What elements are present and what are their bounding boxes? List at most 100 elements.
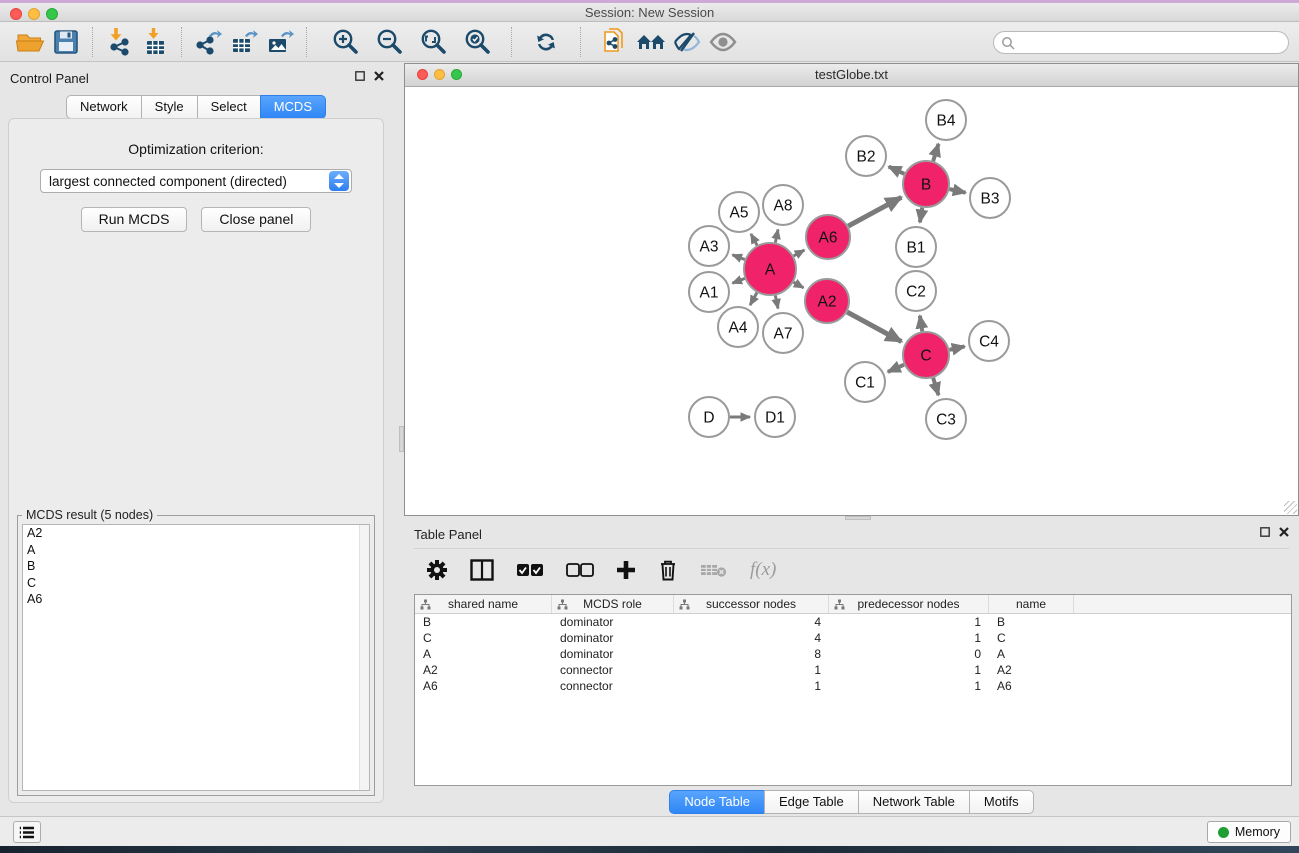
node-D1[interactable]: D1 <box>755 397 795 437</box>
first-neighbors-button[interactable] <box>633 26 669 58</box>
edge-C-C4[interactable] <box>949 346 964 349</box>
refresh-view-button[interactable] <box>528 26 564 58</box>
node-A6[interactable]: A6 <box>806 215 850 259</box>
mcds-result-item[interactable]: B <box>23 558 369 575</box>
table-cell[interactable]: A6 <box>989 678 1074 694</box>
table-cell[interactable]: dominator <box>552 614 674 630</box>
node-A5[interactable]: A5 <box>719 192 759 232</box>
node-A4[interactable]: A4 <box>718 307 758 347</box>
table-row[interactable]: A2connector11A2 <box>415 662 1291 678</box>
edge-C-C1[interactable] <box>888 365 904 372</box>
table-cell[interactable]: connector <box>552 678 674 694</box>
zoom-out-button[interactable] <box>371 26 407 58</box>
node-C[interactable]: C <box>903 332 949 378</box>
zoom-in-button[interactable] <box>327 26 363 58</box>
export-network-button[interactable] <box>190 26 226 58</box>
edge-A-A2[interactable] <box>794 282 804 288</box>
table-cell[interactable]: 4 <box>674 614 829 630</box>
tab-node-table[interactable]: Node Table <box>669 790 765 814</box>
table-cell[interactable]: connector <box>552 662 674 678</box>
node-A1[interactable]: A1 <box>689 272 729 312</box>
node-C1[interactable]: C1 <box>845 362 885 402</box>
table-cell[interactable]: 1 <box>829 630 989 646</box>
table-row[interactable]: A6connector11A6 <box>415 678 1291 694</box>
edge-A-A6[interactable] <box>794 250 805 256</box>
table-cell[interactable]: A2 <box>415 662 552 678</box>
mcds-result-item[interactable]: A <box>23 542 369 559</box>
column-settings-button[interactable] <box>426 559 448 581</box>
table-cell[interactable]: 0 <box>829 646 989 662</box>
list-scrollbar[interactable] <box>359 525 369 790</box>
table-cell[interactable]: B <box>989 614 1074 630</box>
zoom-fit-button[interactable] <box>415 26 451 58</box>
table-cell[interactable]: C <box>989 630 1074 646</box>
table-cell[interactable]: dominator <box>552 630 674 646</box>
splitter-grip-left[interactable] <box>399 426 404 452</box>
task-history-button[interactable] <box>13 821 41 843</box>
tab-style[interactable]: Style <box>141 95 198 119</box>
add-row-button[interactable] <box>616 560 636 580</box>
network-window-titlebar[interactable]: testGlobe.txt <box>405 64 1298 87</box>
node-A7[interactable]: A7 <box>763 313 803 353</box>
tab-select[interactable]: Select <box>197 95 261 119</box>
function-builder-button[interactable]: f(x) <box>750 559 776 581</box>
unselect-all-button[interactable] <box>566 563 594 577</box>
run-mcds-button[interactable]: Run MCDS <box>81 207 188 232</box>
node-C3[interactable]: C3 <box>926 399 966 439</box>
node-A[interactable]: A <box>744 243 796 295</box>
select-all-button[interactable] <box>516 563 544 577</box>
node-A2[interactable]: A2 <box>805 279 849 323</box>
node-D[interactable]: D <box>689 397 729 437</box>
column-header-predecessor-nodes[interactable]: predecessor nodes <box>829 595 989 613</box>
mcds-result-list[interactable]: A2ABCA6 <box>22 524 370 791</box>
table-row[interactable]: Bdominator41B <box>415 614 1291 630</box>
delete-columns-button[interactable] <box>700 562 728 578</box>
save-session-button[interactable] <box>48 26 84 58</box>
criterion-select[interactable]: largest connected component (directed) <box>40 169 352 193</box>
search-input[interactable] <box>1015 34 1288 52</box>
delete-rows-button[interactable] <box>658 559 678 581</box>
edge-A-A4[interactable] <box>750 293 757 305</box>
close-panel-button[interactable]: Close panel <box>201 207 311 232</box>
node-A3[interactable]: A3 <box>689 226 729 266</box>
import-table-button[interactable] <box>137 26 173 58</box>
tab-network[interactable]: Network <box>66 95 142 119</box>
node-B[interactable]: B <box>903 161 949 207</box>
node-B3[interactable]: B3 <box>970 178 1010 218</box>
mcds-result-item[interactable]: A6 <box>23 591 369 608</box>
table-cell[interactable]: 1 <box>829 614 989 630</box>
show-all-button[interactable] <box>705 26 741 58</box>
close-table-panel-icon[interactable] <box>1279 527 1289 537</box>
table-cell[interactable]: A <box>989 646 1074 662</box>
node-B4[interactable]: B4 <box>926 100 966 140</box>
float-panel-icon[interactable] <box>355 71 365 81</box>
node-C2[interactable]: C2 <box>896 271 936 311</box>
node-C4[interactable]: C4 <box>969 321 1009 361</box>
zoom-selected-button[interactable] <box>459 26 495 58</box>
edge-A-A1[interactable] <box>732 279 744 284</box>
export-image-button[interactable] <box>262 26 298 58</box>
tab-network-table[interactable]: Network Table <box>858 790 970 814</box>
table-cell[interactable]: B <box>415 614 552 630</box>
table-cell[interactable]: 1 <box>674 678 829 694</box>
table-row[interactable]: Cdominator41C <box>415 630 1291 646</box>
table-cell[interactable]: A6 <box>415 678 552 694</box>
tab-mcds[interactable]: MCDS <box>260 95 326 119</box>
window-resize-grip[interactable] <box>1284 501 1297 514</box>
table-cell[interactable]: C <box>415 630 552 646</box>
table-row[interactable]: Adominator80A <box>415 646 1291 662</box>
show-columns-button[interactable] <box>470 559 494 581</box>
edge-B-B2[interactable] <box>889 167 905 174</box>
table-cell[interactable]: 1 <box>829 662 989 678</box>
edge-C-C2[interactable] <box>920 316 922 332</box>
table-cell[interactable]: 4 <box>674 630 829 646</box>
edge-A-A7[interactable] <box>775 295 778 308</box>
node-B1[interactable]: B1 <box>896 227 936 267</box>
edge-C-C3[interactable] <box>933 378 938 395</box>
table-cell[interactable]: 1 <box>674 662 829 678</box>
column-header-name[interactable]: name <box>989 595 1074 613</box>
import-network-button[interactable] <box>101 26 137 58</box>
edge-A-A3[interactable] <box>732 255 744 260</box>
edge-A2-C[interactable] <box>847 312 901 342</box>
table-cell[interactable]: A <box>415 646 552 662</box>
